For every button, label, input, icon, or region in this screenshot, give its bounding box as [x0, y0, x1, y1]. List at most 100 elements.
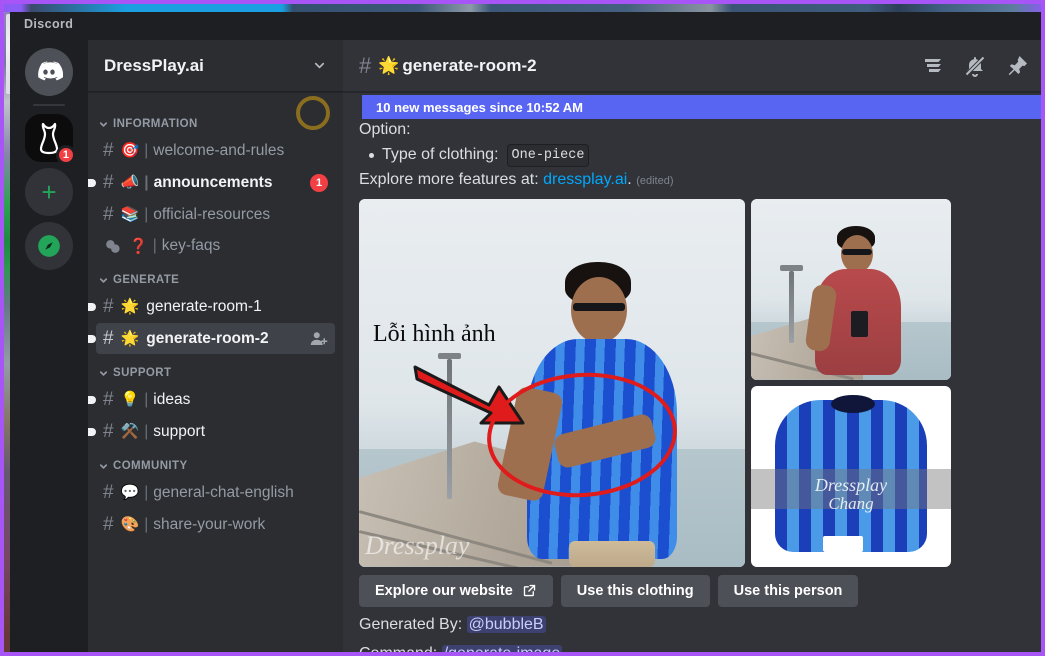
- hash-icon: #: [103, 172, 114, 193]
- channel-name: ideas: [153, 390, 191, 408]
- photo-sunglasses: [842, 248, 872, 255]
- separator: |: [144, 483, 149, 501]
- category-label: COMMUNITY: [113, 460, 188, 472]
- use-this-clothing-button[interactable]: Use this clothing: [560, 574, 710, 607]
- server-unread-badge: 1: [55, 145, 76, 165]
- generated-by-label: Generated By:: [359, 615, 463, 633]
- sidebar-item-key-faqs[interactable]: ❓ | key-faqs: [96, 231, 335, 261]
- footer-generated-by: Generated By: @bubbleB: [359, 613, 1029, 636]
- channel-sidebar: DressPlay.ai INFORMATION # 🎯 | welcome-a…: [88, 40, 343, 656]
- channel-list: INFORMATION # 🎯 | welcome-and-rules # 📣 …: [88, 92, 343, 540]
- photo-pants: [569, 540, 655, 567]
- generated-by-mention[interactable]: @bubbleB: [466, 615, 546, 633]
- window-title: Discord: [24, 17, 74, 31]
- books-emoji-icon: 📚: [120, 206, 140, 223]
- category-support[interactable]: SUPPORT: [88, 355, 343, 383]
- use-this-person-button[interactable]: Use this person: [717, 574, 859, 607]
- category-information[interactable]: INFORMATION: [88, 106, 343, 134]
- button-label: Explore our website: [375, 582, 513, 599]
- server-icon-discord-home[interactable]: [25, 48, 73, 96]
- question-emoji-icon: ❓: [129, 237, 148, 255]
- megaphone-emoji-icon: 📣: [120, 174, 140, 191]
- chevron-down-icon[interactable]: [312, 58, 327, 73]
- channel-name: official-resources: [153, 205, 271, 223]
- channel-unread-badge: 1: [310, 173, 328, 192]
- jersey-photo: Dressplay Chang: [751, 386, 951, 567]
- discord-logo-icon: [38, 61, 63, 81]
- hash-icon: #: [103, 389, 114, 410]
- explore-prefix: Explore more features at:: [359, 170, 539, 188]
- sidebar-item-ideas[interactable]: # 💡 | ideas: [88, 384, 335, 415]
- generated-result-image[interactable]: Dressplay Lỗi hình ảnh: [359, 198, 745, 567]
- unread-indicator: [88, 178, 96, 187]
- photo-phone: [851, 310, 868, 337]
- add-members-icon[interactable]: [310, 330, 328, 348]
- message-list: Option: Type of clothing: One-piece Expl…: [343, 92, 1045, 656]
- external-link-icon: [523, 584, 535, 597]
- sidebar-item-welcome-and-rules[interactable]: # 🎯 | welcome-and-rules: [96, 135, 335, 166]
- rail-separator: [33, 104, 65, 106]
- category-community[interactable]: COMMUNITY: [88, 448, 343, 476]
- separator: |: [144, 205, 149, 223]
- browser-tab-strip[interactable]: [0, 0, 1045, 12]
- image-watermark: Dressplay: [365, 530, 470, 560]
- chevron-down-icon: [99, 121, 108, 127]
- server-rail: 1 +: [10, 40, 88, 656]
- explore-servers-button[interactable]: [25, 222, 73, 270]
- category-label: SUPPORT: [113, 367, 172, 379]
- chevron-down-icon: [99, 370, 108, 376]
- hash-icon: #: [103, 328, 114, 349]
- command-label: Command:: [359, 644, 438, 656]
- channel-title: generate-room-2: [402, 55, 537, 75]
- channel-name: support: [153, 422, 205, 440]
- guild-header[interactable]: DressPlay.ai: [88, 40, 343, 92]
- bulb-emoji-icon: 💡: [120, 391, 140, 408]
- channel-name: announcements: [153, 173, 273, 191]
- command-value[interactable]: /generate-image: [441, 644, 563, 656]
- sidebar-item-announcements[interactable]: # 📣 | announcements 1: [88, 167, 335, 198]
- chevron-down-icon: [99, 277, 108, 283]
- bullet-dot: [369, 152, 374, 158]
- sidebar-item-share-your-work[interactable]: # 🎨 | share-your-work: [96, 509, 335, 540]
- message-option-label: Option:: [359, 121, 411, 138]
- category-generate[interactable]: GENERATE: [88, 262, 343, 290]
- threads-icon[interactable]: [921, 54, 945, 78]
- channel-header: # 🌟 generate-room-2: [343, 40, 1045, 92]
- channel-name: generate-room-2: [146, 329, 269, 347]
- bell-muted-icon[interactable]: [963, 54, 987, 78]
- hammer-and-pick-emoji-icon: ⚒️: [120, 423, 140, 440]
- sidebar-item-official-resources[interactable]: # 📚 | official-resources: [96, 199, 335, 230]
- sidebar-item-generate-room-1[interactable]: # 🌟 generate-room-1: [88, 291, 335, 322]
- category-label: INFORMATION: [113, 118, 198, 130]
- sidebar-item-general-chat-english[interactable]: # 💬 | general-chat-english: [96, 477, 335, 508]
- hash-icon: #: [103, 140, 114, 161]
- message-explore-line: Explore more features at: dressplay.ai. …: [359, 168, 1029, 193]
- server-icon-dressplay[interactable]: 1: [25, 114, 76, 165]
- source-clothing-image[interactable]: Dressplay Chang: [751, 385, 951, 567]
- pin-icon[interactable]: [1005, 54, 1029, 78]
- new-messages-banner[interactable]: 10 new messages since 10:52 AM: [362, 95, 1045, 119]
- hash-icon: #: [359, 52, 372, 78]
- screen: Discord 1 + DressPlay.ai INFORMATION # 🎯…: [0, 0, 1045, 656]
- channel-name: welcome-and-rules: [153, 141, 285, 159]
- edited-tag: (edited): [636, 174, 674, 187]
- photo-signal-pole: [780, 264, 803, 343]
- unread-indicator: [88, 427, 96, 436]
- dressplay-link[interactable]: dressplay.ai: [543, 171, 627, 188]
- attachment-side-column: Dressplay Chang: [751, 198, 951, 567]
- explore-our-website-button[interactable]: Explore our website: [359, 574, 553, 607]
- channel-name: generate-room-1: [146, 297, 262, 315]
- category-label: GENERATE: [113, 274, 180, 286]
- source-person-image[interactable]: [751, 198, 951, 380]
- footer-command: Command: /generate-image: [359, 642, 1029, 656]
- discord-window: Discord 1 + DressPlay.ai INFORMATION # 🎯…: [10, 12, 1045, 656]
- guild-name: DressPlay.ai: [104, 55, 204, 75]
- sidebar-item-support[interactable]: # ⚒️ | support: [88, 416, 335, 447]
- sidebar-item-generate-room-2[interactable]: # 🌟 generate-room-2: [88, 323, 335, 354]
- unread-indicator: [88, 334, 96, 343]
- photo-sunglasses: [573, 302, 625, 311]
- add-server-button[interactable]: +: [25, 168, 73, 216]
- separator: |: [144, 515, 149, 533]
- star-emoji-icon: 🌟: [120, 330, 140, 347]
- message-action-buttons: Explore our website Use this clothing Us…: [359, 574, 1029, 607]
